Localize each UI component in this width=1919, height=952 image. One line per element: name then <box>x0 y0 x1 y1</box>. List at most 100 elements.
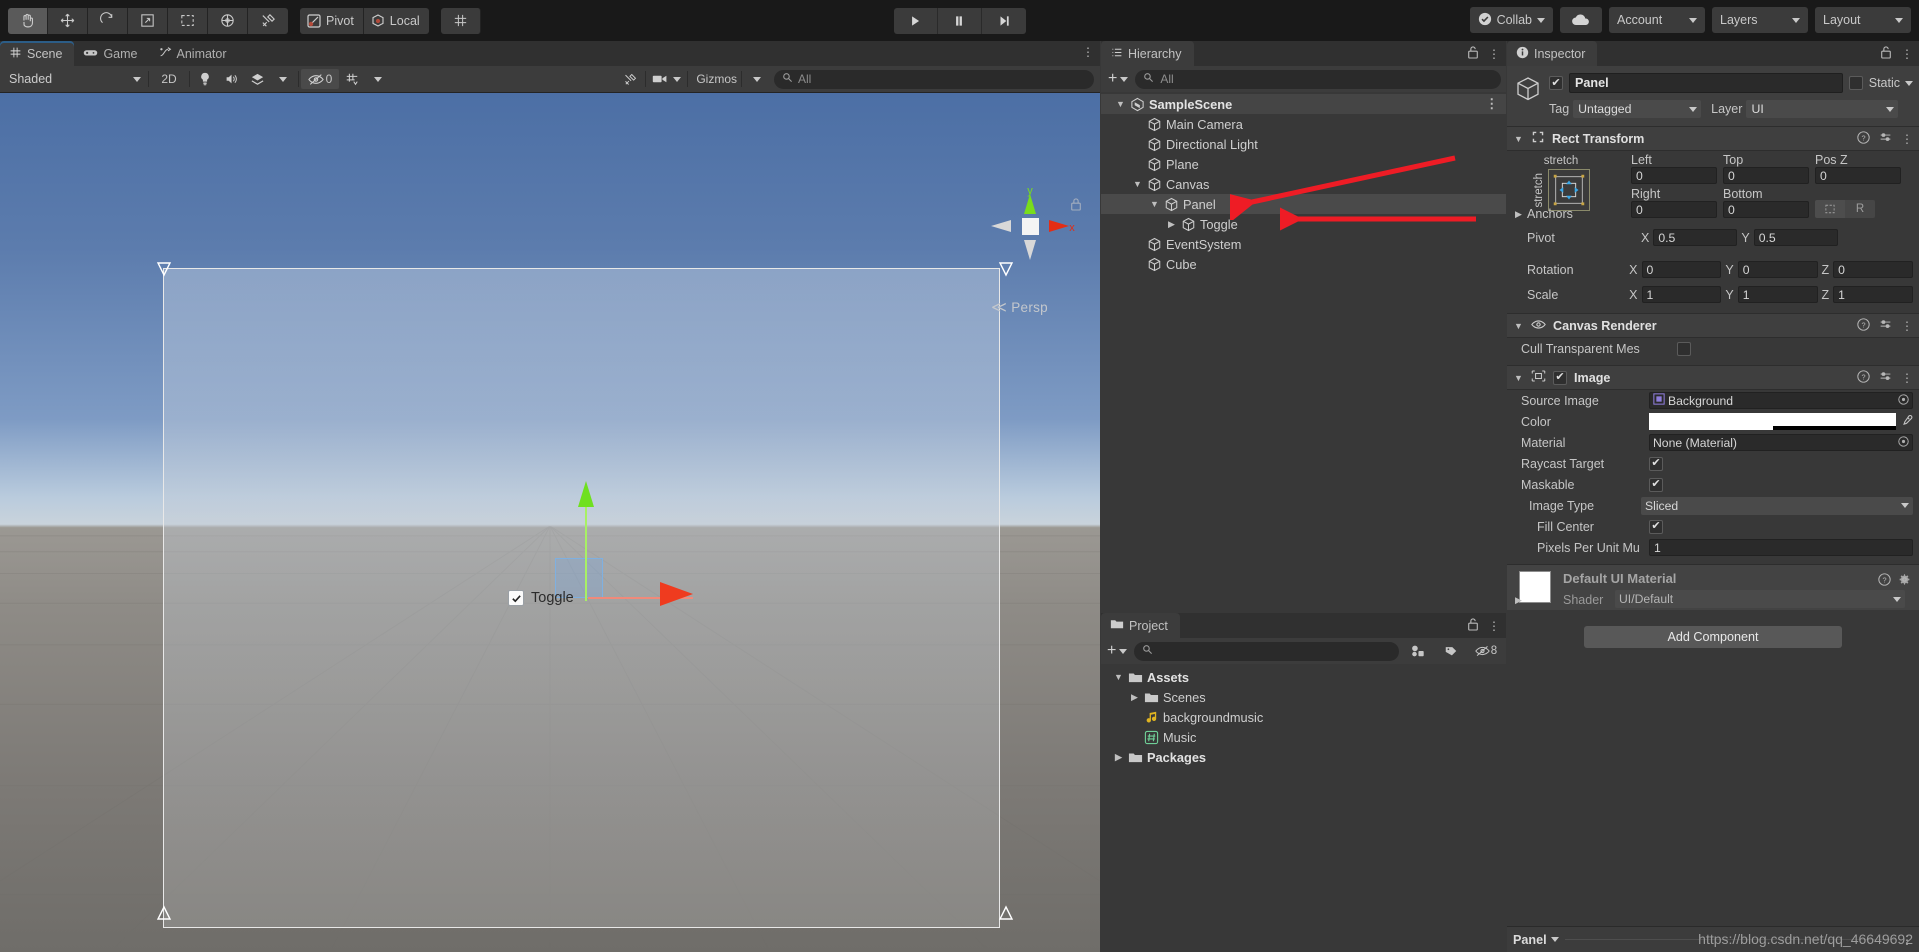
hidden-objects-button[interactable]: 0 <box>301 69 339 89</box>
grid-dropdown-button[interactable] <box>365 69 391 89</box>
help-icon[interactable]: ? <box>1857 369 1870 386</box>
hand-tool-button[interactable] <box>8 7 48 34</box>
anchors-foldout[interactable]: ▶ Anchors <box>1513 207 1573 221</box>
scene-panel-menu[interactable]: ⋮ <box>1082 45 1094 59</box>
preset-icon[interactable] <box>1879 318 1892 334</box>
hierarchy-item-toggle[interactable]: ▶ Toggle <box>1101 214 1506 234</box>
project-item-assets[interactable]: ▼ Assets <box>1101 667 1506 687</box>
image-enabled-checkbox[interactable]: ✔ <box>1553 370 1567 385</box>
audio-toggle-button[interactable] <box>218 69 244 89</box>
scene-search-input[interactable]: All <box>774 69 1094 89</box>
pivot-x-field[interactable]: 0.5 <box>1653 229 1738 246</box>
layout-button[interactable]: Layout <box>1815 7 1911 33</box>
add-component-button[interactable]: Add Component <box>1584 626 1842 648</box>
project-tree[interactable]: ▼ Assets ▶ Scenes backgroundmusic Music ▶ Packa… <box>1101 664 1506 767</box>
account-button[interactable]: Account <box>1609 7 1705 33</box>
gear-icon[interactable] <box>1898 573 1911 589</box>
rotate-tool-button[interactable] <box>88 7 128 34</box>
foldout-icon[interactable]: ▶ <box>1113 752 1124 763</box>
foldout-icon[interactable]: ▼ <box>1113 672 1124 682</box>
gizmos-button[interactable]: Gizmos <box>690 69 739 89</box>
hierarchy-item-cube[interactable]: Cube <box>1101 254 1506 274</box>
filter-by-label-button[interactable] <box>1437 641 1465 661</box>
tab-scene[interactable]: Scene <box>0 41 75 66</box>
kebab-menu-icon[interactable]: ⋮ <box>1901 371 1913 385</box>
rect-transform-header[interactable]: ▼ Rect Transform ? ⋮ <box>1507 126 1919 151</box>
create-object-button[interactable]: + <box>1106 70 1130 88</box>
right-field[interactable]: 0 <box>1631 201 1717 218</box>
tab-project[interactable]: Project <box>1101 613 1180 638</box>
foldout-icon[interactable]: ▶ <box>1513 595 1524 606</box>
kebab-menu-icon[interactable]: ⋮ <box>1488 47 1500 61</box>
play-button[interactable] <box>893 7 938 34</box>
eyedropper-icon[interactable] <box>1900 414 1913 430</box>
scene-toggle-widget[interactable]: Toggle <box>508 590 574 606</box>
hierarchy-item-plane[interactable]: Plane <box>1101 154 1506 174</box>
hierarchy-item-panel[interactable]: ▼ Panel <box>1101 194 1506 214</box>
foldout-icon[interactable]: ▼ <box>1513 134 1524 144</box>
fx-dropdown-button[interactable] <box>270 69 296 89</box>
foldout-icon[interactable]: ▼ <box>1513 373 1524 383</box>
lock-icon[interactable] <box>1467 45 1479 62</box>
canvas-renderer-header[interactable]: ▼ Canvas Renderer ? ⋮ <box>1507 313 1919 338</box>
move-tool-button[interactable] <box>48 7 88 34</box>
kebab-menu-icon[interactable]: ⋮ <box>1485 96 1498 112</box>
static-dropdown[interactable]: Static <box>1869 76 1913 90</box>
scale-tool-button[interactable] <box>128 7 168 34</box>
rotation-x-field[interactable]: 0 <box>1641 261 1722 278</box>
toggle-checkbox[interactable] <box>508 590 524 606</box>
scene-view[interactable]: Toggle y x ≪ Persp <box>0 93 1100 952</box>
tab-animator[interactable]: Animator <box>150 41 239 66</box>
tab-hierarchy[interactable]: Hierarchy <box>1101 41 1194 66</box>
scale-z-field[interactable]: 1 <box>1833 286 1914 303</box>
rect-tool-button[interactable] <box>168 7 208 34</box>
color-field[interactable] <box>1649 413 1896 430</box>
image-type-dropdown[interactable]: Sliced <box>1641 496 1913 515</box>
preset-icon[interactable] <box>1879 131 1892 147</box>
help-icon[interactable]: ? <box>1878 573 1891 589</box>
object-picker-icon[interactable] <box>1898 393 1909 408</box>
object-enabled-checkbox[interactable]: ✔ <box>1549 76 1563 90</box>
scene-settings-button[interactable] <box>617 69 643 89</box>
local-mode-button[interactable]: Local <box>363 7 429 34</box>
kebab-menu-icon[interactable]: ⋮ <box>1488 619 1500 633</box>
step-button[interactable] <box>981 7 1026 34</box>
object-name-field[interactable]: Panel <box>1569 73 1843 93</box>
cull-transparent-checkbox[interactable]: ✔ <box>1677 341 1691 356</box>
move-gizmo-y-arrow[interactable] <box>578 481 594 507</box>
project-item-packages[interactable]: ▶ Packages <box>1101 747 1506 767</box>
shader-dropdown[interactable]: UI/Default <box>1615 590 1905 608</box>
blueprint-mode-button[interactable] <box>1815 200 1845 218</box>
grid-snap-button[interactable] <box>440 7 481 34</box>
fx-toggle-button[interactable] <box>244 69 270 89</box>
foldout-icon[interactable]: ▶ <box>1513 209 1524 220</box>
rotation-z-field[interactable]: 0 <box>1833 261 1914 278</box>
raw-edit-button[interactable]: R <box>1845 200 1875 218</box>
kebab-menu-icon[interactable]: ⋮ <box>1082 45 1094 59</box>
pivot-mode-button[interactable]: Pivot <box>300 7 364 34</box>
hierarchy-item-main-camera[interactable]: Main Camera <box>1101 114 1506 134</box>
layer-dropdown[interactable]: UI <box>1746 100 1899 118</box>
foldout-icon[interactable]: ▼ <box>1115 99 1126 109</box>
project-item-scenes[interactable]: ▶ Scenes <box>1101 687 1506 707</box>
scale-y-field[interactable]: 1 <box>1737 286 1818 303</box>
material-field[interactable]: None (Material) <box>1649 434 1913 451</box>
camera-settings-button[interactable] <box>648 69 685 89</box>
pause-button[interactable] <box>937 7 982 34</box>
left-field[interactable]: 0 <box>1631 167 1717 184</box>
pixels-per-unit-field[interactable]: 1 <box>1649 539 1913 556</box>
selected-object-dropdown[interactable]: Panel <box>1513 933 1559 947</box>
lock-icon[interactable] <box>1467 617 1479 634</box>
foldout-icon[interactable]: ▼ <box>1149 199 1160 209</box>
top-field[interactable]: 0 <box>1723 167 1809 184</box>
hierarchy-item-canvas[interactable]: ▼ Canvas <box>1101 174 1506 194</box>
kebab-menu-icon[interactable]: ⋮ <box>1901 47 1913 61</box>
move-gizmo-x-arrow[interactable] <box>660 582 693 606</box>
tab-inspector[interactable]: Inspector <box>1507 41 1598 66</box>
help-icon[interactable]: ? <box>1857 317 1870 334</box>
toggle-2d-button[interactable]: 2D <box>151 69 187 89</box>
create-asset-button[interactable]: + <box>1105 642 1129 660</box>
raycast-target-checkbox[interactable]: ✔ <box>1649 456 1663 471</box>
transform-tool-button[interactable] <box>208 7 248 34</box>
kebab-menu-icon[interactable]: ⋮ <box>1901 132 1913 146</box>
